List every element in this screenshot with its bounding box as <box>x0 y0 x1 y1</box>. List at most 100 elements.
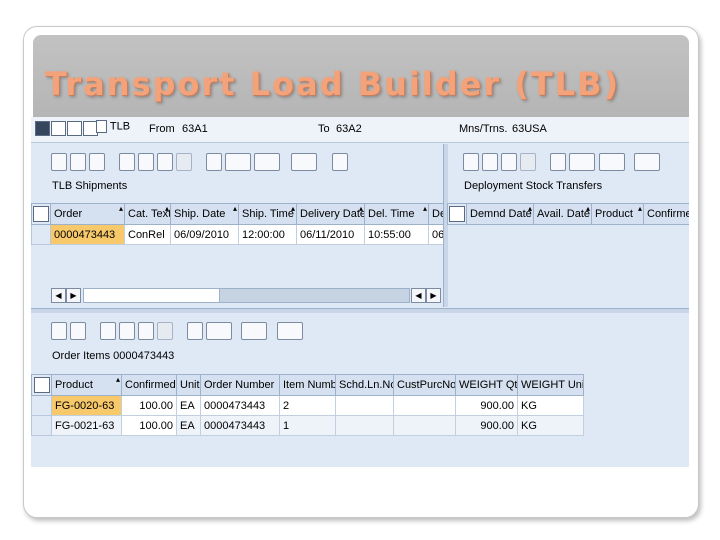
sort-icon[interactable] <box>520 153 536 171</box>
row-selector[interactable] <box>31 415 52 436</box>
cell-product[interactable]: FG-0021-63 <box>51 415 122 436</box>
select-icon[interactable] <box>100 322 116 340</box>
tlb-button[interactable]: TLB <box>96 120 130 133</box>
scroll-track[interactable] <box>83 288 410 303</box>
delete-icon[interactable] <box>70 153 86 171</box>
horizontal-splitter[interactable] <box>31 308 689 313</box>
cell-item-number[interactable]: 2 <box>279 395 336 416</box>
column-header[interactable]: Ship. Date ▴ <box>170 203 239 225</box>
detail-icon[interactable] <box>332 153 348 171</box>
scroll-left-icon[interactable]: ◀ <box>51 288 66 303</box>
table-row[interactable]: FG-0020-63 100.00 EA 0000473443 2 900.00… <box>31 395 584 416</box>
create-icon[interactable] <box>51 322 67 340</box>
shipments-scrollbar[interactable]: ◀ ▶ ◀ ▶ <box>51 288 441 303</box>
grid-icon[interactable] <box>277 322 303 340</box>
column-header[interactable]: Order ▴ <box>50 203 125 225</box>
column-header[interactable]: CustPurcNo <box>393 374 456 396</box>
column-header[interactable]: Confirme <box>643 203 689 225</box>
filter-icon[interactable] <box>119 322 135 340</box>
export-icon[interactable] <box>206 322 232 340</box>
export-icon[interactable] <box>569 153 595 171</box>
cell-item-number[interactable]: 1 <box>279 415 336 436</box>
layout-icon[interactable] <box>254 153 280 171</box>
filter-icon[interactable] <box>482 153 498 171</box>
cell-weight-qty[interactable]: 900.00 <box>455 395 518 416</box>
scroll-right-end-icon[interactable]: ▶ <box>426 288 441 303</box>
table-row[interactable]: FG-0021-63 100.00 EA 0000473443 1 900.00… <box>31 415 584 436</box>
column-header[interactable]: Product ▴ <box>591 203 644 225</box>
cell-weight-qty[interactable]: 900.00 <box>455 415 518 436</box>
cell-schd-ln[interactable] <box>335 395 394 416</box>
cell-unit[interactable]: EA <box>176 395 201 416</box>
cell-delivery-date[interactable]: 06/11/2010 <box>296 224 365 245</box>
row-select-header[interactable] <box>31 203 51 225</box>
sort-icon[interactable] <box>176 153 192 171</box>
cell-weight-unit[interactable]: KG <box>517 415 584 436</box>
tlb-icon <box>96 120 107 133</box>
display-icon[interactable] <box>67 121 82 136</box>
cell-cust-purc[interactable] <box>393 415 456 436</box>
cell-ship-time[interactable]: 12:00:00 <box>238 224 297 245</box>
column-header[interactable]: Del. Time ▴ <box>364 203 429 225</box>
select-icon[interactable] <box>119 153 135 171</box>
row-selector[interactable] <box>31 395 52 416</box>
deployment-toolbar <box>463 149 689 175</box>
print-icon[interactable] <box>187 322 203 340</box>
column-header[interactable]: De <box>428 203 444 225</box>
to-value: 63A2 <box>336 123 362 135</box>
column-header[interactable]: Schd.Ln.No <box>335 374 394 396</box>
cell-del-time[interactable]: 10:55:00 <box>364 224 429 245</box>
vertical-splitter[interactable] <box>443 144 448 307</box>
scroll-left-end-icon[interactable]: ◀ <box>411 288 426 303</box>
print-icon[interactable] <box>206 153 222 171</box>
column-header[interactable]: Product ▴ <box>51 374 122 396</box>
scroll-right-icon[interactable]: ▶ <box>66 288 81 303</box>
find-icon[interactable] <box>157 153 173 171</box>
delete-icon[interactable] <box>70 322 86 340</box>
scroll-thumb[interactable] <box>84 289 220 302</box>
sort-icon[interactable] <box>157 322 173 340</box>
row-selector[interactable] <box>31 224 51 245</box>
export-icon[interactable] <box>225 153 251 171</box>
row-select-header[interactable] <box>31 374 52 396</box>
cell-schd-ln[interactable] <box>335 415 394 436</box>
cell-unit[interactable]: EA <box>176 415 201 436</box>
column-header[interactable]: Unit <box>176 374 201 396</box>
select-icon[interactable] <box>463 153 479 171</box>
column-header[interactable]: Confirmed <box>121 374 177 396</box>
column-header[interactable]: Order Number <box>200 374 280 396</box>
grid-icon[interactable] <box>634 153 660 171</box>
column-header[interactable]: Item Number <box>279 374 336 396</box>
cell-cat-text[interactable]: ConRel <box>124 224 171 245</box>
column-header[interactable]: Cat. Text ▴ <box>124 203 171 225</box>
cell-weight-unit[interactable]: KG <box>517 395 584 416</box>
row-select-header[interactable] <box>447 203 467 225</box>
column-header[interactable]: WEIGHT Unit <box>517 374 584 396</box>
cell-cust-purc[interactable] <box>393 395 456 416</box>
save-icon[interactable] <box>35 121 50 136</box>
find-icon[interactable] <box>501 153 517 171</box>
cell-confirmed[interactable]: 100.00 <box>121 395 177 416</box>
filter-icon[interactable] <box>138 153 154 171</box>
layout-icon[interactable] <box>599 153 625 171</box>
column-header[interactable]: Delivery Date ▴ <box>296 203 365 225</box>
cell-order-number[interactable]: 0000473443 <box>200 415 280 436</box>
cell-ship-date[interactable]: 06/09/2010 <box>170 224 239 245</box>
edit-icon[interactable] <box>51 121 66 136</box>
create-icon[interactable] <box>51 153 67 171</box>
cell-order-number[interactable]: 0000473443 <box>200 395 280 416</box>
layout-icon[interactable] <box>241 322 267 340</box>
find-icon[interactable] <box>138 322 154 340</box>
column-header[interactable]: Ship. Time ▴ <box>238 203 297 225</box>
cell-product[interactable]: FG-0020-63 <box>51 395 122 416</box>
grid-icon[interactable] <box>291 153 317 171</box>
print-icon[interactable] <box>550 153 566 171</box>
cell-order[interactable]: 0000473443 <box>50 224 125 245</box>
table-row[interactable]: 0000473443 ConRel 06/09/2010 12:00:00 06… <box>31 224 444 245</box>
cell-confirmed[interactable]: 100.00 <box>121 415 177 436</box>
cell-de[interactable]: 06 <box>428 224 444 245</box>
column-header[interactable]: Demnd Date ▴ <box>466 203 534 225</box>
column-header[interactable]: Avail. Date ▴ <box>533 203 592 225</box>
column-header[interactable]: WEIGHT Qty <box>455 374 518 396</box>
refresh-icon[interactable] <box>89 153 105 171</box>
